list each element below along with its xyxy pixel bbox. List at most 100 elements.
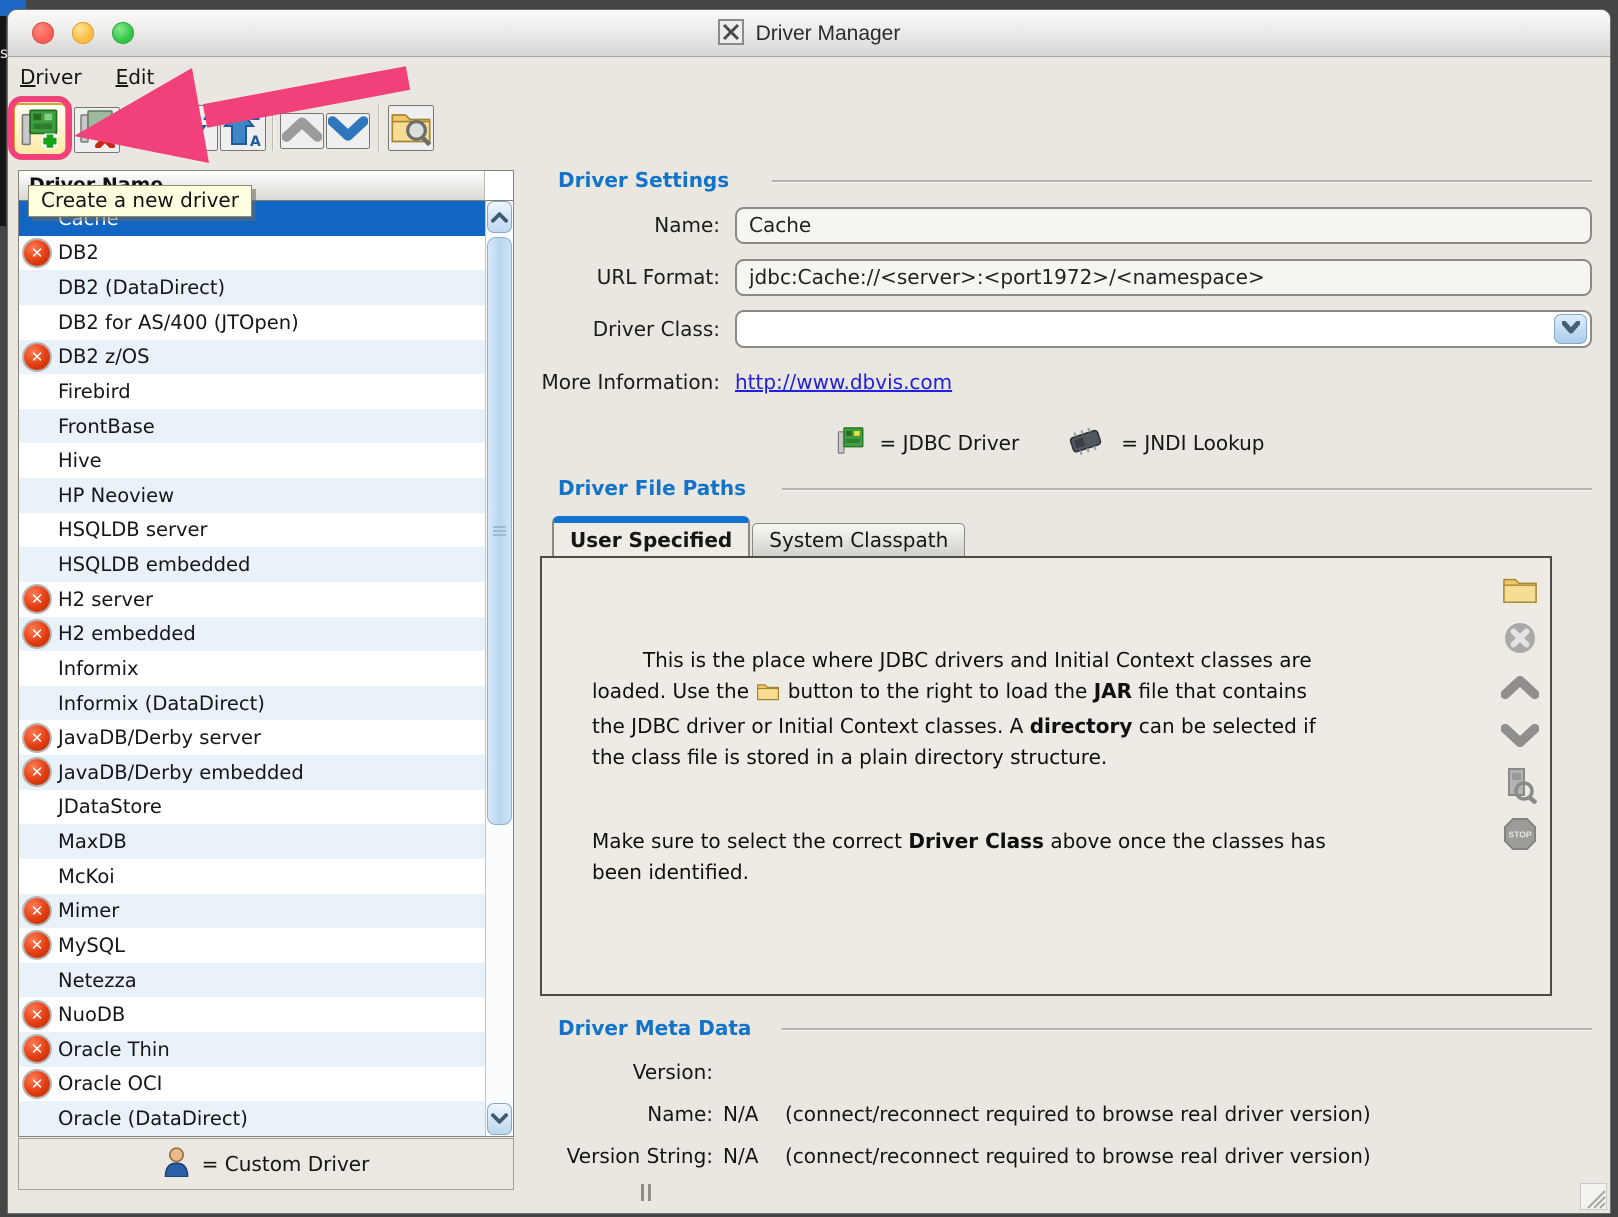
driver-list: ✕ Cache ✕ DB2 ✕ DB2 (DataDirect) ✕ DB2 f…: [19, 201, 485, 1136]
driver-list-panel: Driver Name ✕ Cache ✕ DB2 ✕ DB2 (DataDir…: [18, 170, 514, 1137]
custom-driver-legend-label: = Custom Driver: [202, 1152, 370, 1176]
driver-list-item[interactable]: ✕ MySQL: [19, 928, 485, 963]
move-down-button[interactable]: [326, 113, 370, 149]
driver-list-item[interactable]: ✕ MaxDB: [19, 824, 485, 859]
driver-list-item[interactable]: ✕ FrontBase: [19, 409, 485, 444]
svg-text:Z: Z: [250, 108, 260, 124]
driver-list-item[interactable]: ✕ Oracle OCI: [19, 1067, 485, 1102]
folder-icon: [1501, 572, 1539, 610]
driver-list-item[interactable]: ✕ HSQLDB embedded: [19, 547, 485, 582]
driver-list-item[interactable]: ✕ DB2 for AS/400 (JTOpen): [19, 305, 485, 340]
tab-system-classpath[interactable]: System Classpath: [752, 523, 965, 556]
driver-error-icon: ✕: [24, 621, 50, 647]
menu-item-driver[interactable]: Driver: [20, 65, 82, 89]
driver-class-field[interactable]: [737, 312, 1590, 346]
url-format-field[interactable]: [735, 259, 1592, 296]
driver-list-item[interactable]: ✕ Informix (DataDirect): [19, 686, 485, 721]
driver-list-item[interactable]: ✕ DB2 (DataDirect): [19, 270, 485, 305]
driver-name-label: Netezza: [58, 969, 137, 992]
version-string-value: N/A: [723, 1144, 775, 1168]
chevron-up-icon: [282, 114, 322, 148]
scroll-down-button[interactable]: [487, 1103, 512, 1135]
svg-text:A: A: [250, 134, 261, 148]
remove-driver-icon: [77, 108, 117, 152]
driver-name-label: HSQLDB server: [58, 518, 208, 541]
scroll-up-button[interactable]: [487, 201, 512, 233]
driver-list-item[interactable]: ✕ DB2 z/OS: [19, 340, 485, 375]
find-driver-class-icon: [1502, 766, 1538, 808]
driver-detail-panel: Driver Settings Name: URL Format: Driver…: [530, 10, 1610, 1213]
driver-name-label: Informix: [58, 657, 139, 680]
driver-class-dropdown-button[interactable]: [1554, 314, 1587, 344]
chevron-down-icon: [328, 114, 368, 148]
move-path-down-button[interactable]: [1501, 719, 1539, 757]
driver-list-item[interactable]: ✕ H2 server: [19, 582, 485, 617]
driver-list-item[interactable]: ✕ Oracle Thin: [19, 1032, 485, 1067]
svg-text:Z: Z: [203, 106, 214, 124]
driver-name-label: HP Neoview: [58, 484, 174, 507]
driver-list-item[interactable]: ✕ HSQLDB server: [19, 513, 485, 548]
dbvis-link[interactable]: http://www.dbvis.com: [735, 370, 952, 394]
driver-list-item[interactable]: ✕ Firebird: [19, 374, 485, 409]
driver-list-item[interactable]: ✕ McKoi: [19, 859, 485, 894]
driver-name-label: Oracle Thin: [58, 1038, 170, 1061]
window-resize-grip[interactable]: [1580, 1183, 1607, 1210]
remove-driver-button[interactable]: [74, 107, 120, 153]
version-label: Version:: [530, 1060, 713, 1084]
sort-ascending-button[interactable]: Z A: [220, 105, 266, 151]
section-divider: [782, 488, 1592, 490]
driver-list-item[interactable]: ✕ Informix: [19, 651, 485, 686]
driver-list-item[interactable]: ✕ H2 embedded: [19, 617, 485, 652]
driver-list-item[interactable]: ✕ Netezza: [19, 963, 485, 998]
person-icon: [163, 1146, 190, 1182]
stop-scan-button[interactable]: STOP: [1501, 817, 1539, 855]
driver-list-item[interactable]: ✕ Mimer: [19, 894, 485, 929]
driver-error-icon: ✕: [24, 1071, 50, 1097]
toolbar-separator: [164, 105, 165, 151]
driver-list-item[interactable]: ✕ JDataStore: [19, 790, 485, 825]
meta-row-version-string: Version String: N/A (connect/reconnect r…: [530, 1144, 1592, 1168]
scrollbar-thumb[interactable]: [487, 237, 512, 825]
find-driver-class-button[interactable]: [1501, 768, 1539, 806]
sort-descending-icon: Z: [173, 104, 217, 152]
meta-row-name: Name: N/A (connect/reconnect required to…: [530, 1102, 1592, 1126]
driver-list-item[interactable]: ✕ JavaDB/Derby server: [19, 720, 485, 755]
driver-name-label: Oracle (DataDirect): [58, 1107, 248, 1130]
tab-user-specified[interactable]: User Specified: [552, 516, 750, 556]
driver-name-label: DB2 (DataDirect): [58, 276, 225, 299]
driver-error-icon: ✕: [24, 240, 50, 266]
find-driver-button[interactable]: [388, 105, 434, 151]
driver-error-icon: ✕: [24, 586, 50, 612]
jdbc-driver-icon: [836, 424, 866, 462]
driver-meta-data-title: Driver Meta Data: [558, 1016, 751, 1040]
driver-class-label: Driver Class:: [530, 317, 720, 341]
open-folder-button[interactable]: [1501, 572, 1539, 610]
driver-list-item[interactable]: ✕ DB2: [19, 236, 485, 271]
driver-list-item[interactable]: ✕ HP Neoview: [19, 478, 485, 513]
jndi-legend-label: = JNDI Lookup: [1121, 431, 1264, 455]
driver-name-label: DB2 for AS/400 (JTOpen): [58, 311, 299, 334]
meta-name-value: N/A: [723, 1102, 775, 1126]
driver-error-icon: ✕: [24, 1002, 50, 1028]
driver-list-item[interactable]: ✕ Hive: [19, 443, 485, 478]
driver-list-item[interactable]: ✕ JavaDB/Derby embedded: [19, 755, 485, 790]
name-field[interactable]: [735, 207, 1592, 244]
driver-list-item[interactable]: ✕ NuoDB: [19, 997, 485, 1032]
remove-path-button[interactable]: [1501, 621, 1539, 659]
driver-name-label: FrontBase: [58, 415, 155, 438]
remove-circle-icon: [1502, 620, 1538, 660]
move-up-button[interactable]: [280, 113, 324, 149]
driver-name-label: H2 embedded: [58, 622, 196, 645]
jdbc-legend-label: = JDBC Driver: [880, 431, 1020, 455]
folder-search-icon: [389, 106, 433, 150]
svg-text:STOP: STOP: [1509, 830, 1532, 840]
driver-name-label: JDataStore: [58, 795, 162, 818]
move-path-up-button[interactable]: [1501, 670, 1539, 708]
stop-sign-icon: STOP: [1502, 816, 1538, 856]
driver-list-item[interactable]: ✕ Oracle (DataDirect): [19, 1101, 485, 1136]
driver-name-label: H2 server: [58, 588, 153, 611]
driver-class-combo[interactable]: [735, 310, 1592, 348]
menu-item-edit[interactable]: Edit: [116, 65, 155, 89]
list-scrollbar[interactable]: [485, 201, 513, 1136]
sort-descending-button[interactable]: Z: [172, 105, 218, 151]
